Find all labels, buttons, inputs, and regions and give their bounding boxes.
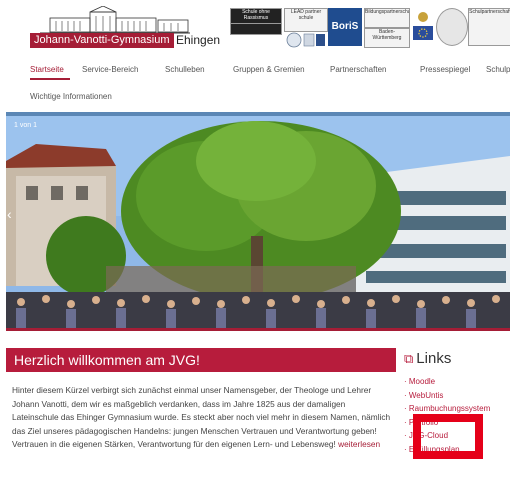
read-more-link[interactable]: weiterlesen — [338, 439, 380, 449]
external-link-icon: ⧉ — [404, 351, 414, 366]
nav-item-startseite[interactable]: Startseite — [30, 65, 64, 74]
partner-logos: Schule ohne Rassismus LEAD partner schul… — [230, 8, 510, 48]
school-logo[interactable]: Johann-Vanotti-Gymnasium Ehingen — [30, 6, 220, 48]
logo-school-name: Johann-Vanotti-Gymnasium — [30, 33, 174, 48]
highlight-box — [413, 414, 483, 459]
link-webuntis[interactable]: · WebUntis — [404, 389, 490, 403]
partner-seal-icons — [286, 32, 325, 48]
slide-counter: 1 von 1 — [14, 122, 37, 129]
image-slider[interactable]: 1 von 1 ‹ — [6, 116, 510, 328]
partner-logo[interactable]: Schule ohne Rassismus — [230, 8, 282, 24]
partner-logo[interactable]: Baden-Württemberg — [364, 28, 410, 48]
links-heading: ⧉ Links — [404, 350, 451, 367]
slider-prev-arrow[interactable]: ‹ — [7, 206, 12, 222]
school-photo — [6, 116, 510, 328]
slider-bottom-bar — [6, 328, 510, 331]
partner-logo[interactable]: Bildungspartnerschaft — [364, 8, 410, 28]
partner-logo-sub — [230, 23, 282, 35]
main-navigation: Startseite Service-Bereich Schulleben Gr… — [0, 56, 510, 114]
logo-city: Ehingen — [176, 33, 221, 47]
page-header: Johann-Vanotti-Gymnasium Ehingen Schule … — [0, 0, 510, 52]
boris-logo[interactable]: BoriS — [328, 8, 362, 46]
nav-item-schulleben[interactable]: Schulleben — [165, 65, 205, 74]
nav-item-wichtige-informationen[interactable]: Wichtige Informationen — [30, 92, 112, 101]
nav-item-gruppen[interactable]: Gruppen & Gremien — [233, 65, 305, 74]
nav-item-partnerschaften[interactable]: Partnerschaften — [330, 65, 386, 74]
welcome-text: Hinter diesem Kürzel verbirgt sich zunäc… — [12, 384, 392, 452]
welcome-paragraph: Hinter diesem Kürzel verbirgt sich zunäc… — [12, 385, 391, 450]
active-nav-underline — [30, 78, 70, 80]
partner-seal[interactable] — [436, 8, 468, 46]
link-moodle[interactable]: · Moodle — [404, 375, 490, 389]
partner-logo[interactable]: LEAD partner schule — [284, 8, 328, 32]
links-title: Links — [416, 350, 452, 367]
nav-item-pressespiegel[interactable]: Pressespiegel — [420, 65, 470, 74]
nav-item-service[interactable]: Service-Bereich — [82, 65, 138, 74]
partner-logo[interactable]: Schulpartnerschaft — [468, 8, 510, 46]
welcome-heading: Herzlich willkommen am JVG! — [6, 348, 396, 372]
school-building-logo — [40, 6, 190, 34]
eu-flag-icon — [413, 12, 433, 40]
nav-item-schulp[interactable]: Schulp — [486, 65, 510, 74]
